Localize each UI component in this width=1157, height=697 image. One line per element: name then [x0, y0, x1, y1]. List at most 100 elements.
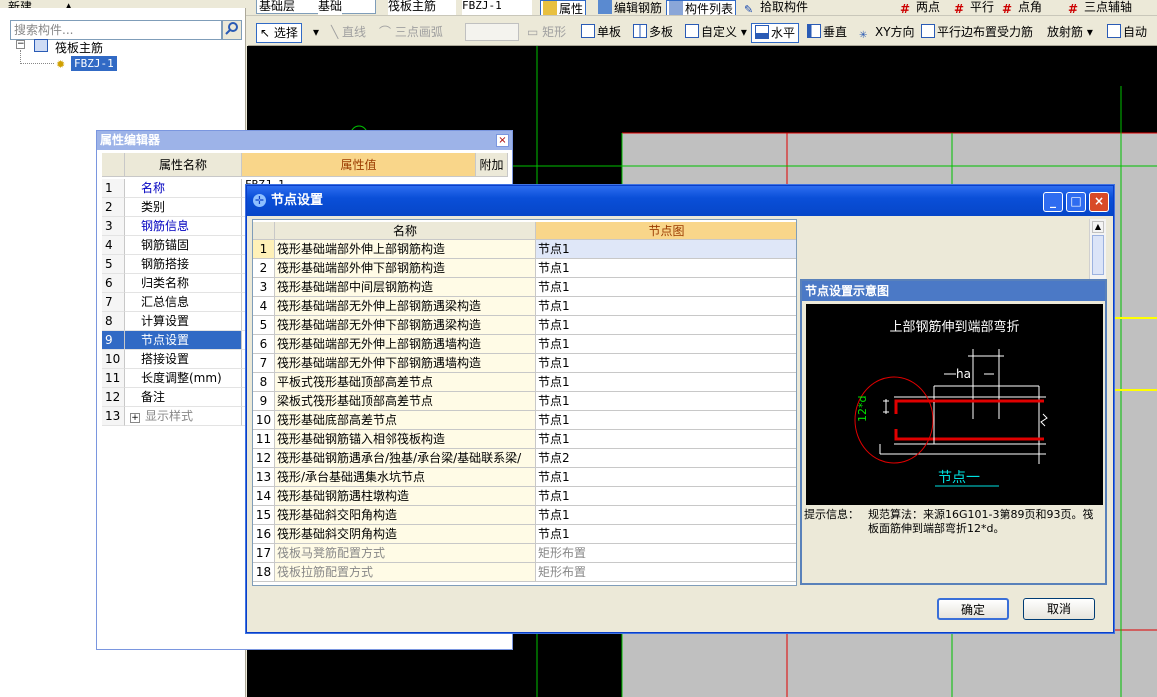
- node-name[interactable]: 筏形基础端部无外伸下部钢筋遇墙构造: [275, 354, 536, 373]
- node-value[interactable]: 矩形布置: [536, 563, 796, 582]
- node-value[interactable]: 节点1: [536, 354, 796, 373]
- node-diagram-header[interactable]: 节点图: [536, 222, 796, 240]
- node-name-header[interactable]: 名称: [275, 222, 536, 240]
- close-icon[interactable]: ×: [1089, 192, 1109, 212]
- scroll-thumb[interactable]: [1092, 235, 1104, 275]
- property-name[interactable]: 名称: [125, 179, 242, 198]
- property-name[interactable]: 备注: [125, 388, 242, 407]
- search-input[interactable]: 搜索构件...: [10, 20, 222, 40]
- node-row[interactable]: 8 平板式筏形基础顶部高差节点 节点1: [253, 373, 796, 392]
- node-row[interactable]: 6 筏形基础端部无外伸上部钢筋遇墙构造 节点1: [253, 335, 796, 354]
- node-row[interactable]: 17 筏板马凳筋配置方式 矩形布置: [253, 544, 796, 563]
- xy-direction-button[interactable]: ✳ XY方向: [856, 23, 918, 43]
- property-name[interactable]: 汇总信息: [125, 293, 242, 312]
- node-row[interactable]: 13 筏形/承台基础遇集水坑节点 节点1: [253, 468, 796, 487]
- category-combo[interactable]: 基础: [318, 0, 343, 15]
- node-row[interactable]: 3 筏形基础端部中间层钢筋构造 节点1: [253, 278, 796, 297]
- select-dropdown[interactable]: ▾: [310, 23, 322, 43]
- node-row[interactable]: 1 筏形基础端部外伸上部钢筋构造 节点1: [253, 240, 796, 259]
- vertical-button[interactable]: 垂直: [804, 23, 850, 43]
- horizontal-button[interactable]: 水平: [751, 23, 800, 43]
- node-value[interactable]: 节点1: [536, 506, 796, 525]
- node-value[interactable]: 节点1: [536, 240, 796, 259]
- point-angle-button[interactable]: # 点角: [1002, 0, 1042, 15]
- node-value[interactable]: 节点1: [536, 335, 796, 354]
- node-value[interactable]: 节点2: [536, 449, 796, 468]
- node-row[interactable]: 16 筏形基础斜交阴角构造 节点1: [253, 525, 796, 544]
- node-value[interactable]: 节点1: [536, 487, 796, 506]
- node-value[interactable]: 节点1: [536, 297, 796, 316]
- property-name[interactable]: 钢筋信息: [125, 217, 242, 236]
- radial-rebar-button[interactable]: 放射筋 ▾: [1044, 23, 1096, 43]
- auto-button[interactable]: 自动: [1104, 23, 1150, 43]
- scroll-up-icon[interactable]: ▲: [1092, 221, 1104, 233]
- parallel-edge-button[interactable]: 平行边布置受力筋: [918, 23, 1036, 43]
- property-name[interactable]: 钢筋锚固: [125, 236, 242, 255]
- property-name[interactable]: 归类名称: [125, 274, 242, 293]
- node-name[interactable]: 筏形基础斜交阴角构造: [275, 525, 536, 544]
- element-combo[interactable]: FBZJ-1: [462, 0, 532, 15]
- multi-board-button[interactable]: 多板: [630, 23, 676, 43]
- node-name[interactable]: 筏形基础端部外伸下部钢筋构造: [275, 259, 536, 278]
- component-list-button[interactable]: 构件列表: [666, 0, 737, 15]
- node-name[interactable]: 筏板拉筋配置方式: [275, 563, 536, 582]
- pick-component-button[interactable]: ✎ 拾取构件: [744, 0, 808, 15]
- property-name-header[interactable]: 属性名称: [125, 153, 242, 177]
- node-row[interactable]: 4 筏形基础端部无外伸上部钢筋遇梁构造 节点1: [253, 297, 796, 316]
- node-row[interactable]: 14 筏形基础钢筋遇柱墩构造 节点1: [253, 487, 796, 506]
- node-name[interactable]: 筏形基础钢筋锚入相邻筏板构造: [275, 430, 536, 449]
- node-row[interactable]: 10 筏形基础底部高差节点 节点1: [253, 411, 796, 430]
- node-name[interactable]: 筏形基础底部高差节点: [275, 411, 536, 430]
- node-value[interactable]: 节点1: [536, 525, 796, 544]
- property-name[interactable]: 搭接设置: [125, 350, 242, 369]
- close-icon[interactable]: ×: [496, 134, 509, 147]
- property-name[interactable]: 计算设置: [125, 312, 242, 331]
- node-name[interactable]: 筏形/承台基础遇集水坑节点: [275, 468, 536, 487]
- node-value[interactable]: 矩形布置: [536, 544, 796, 563]
- node-row[interactable]: 5 筏形基础端部无外伸下部钢筋遇梁构造 节点1: [253, 316, 796, 335]
- extra-header[interactable]: 附加: [476, 153, 508, 177]
- property-name[interactable]: 钢筋搭接: [125, 255, 242, 274]
- cancel-button[interactable]: 取消: [1023, 598, 1095, 620]
- parallel-button[interactable]: # 平行: [954, 0, 994, 15]
- node-name[interactable]: 筏形基础端部无外伸上部钢筋遇梁构造: [275, 297, 536, 316]
- floor-combo[interactable]: 基础层: [256, 0, 376, 14]
- property-name[interactable]: 节点设置: [125, 331, 242, 350]
- node-value[interactable]: 节点1: [536, 392, 796, 411]
- node-name[interactable]: 筏板马凳筋配置方式: [275, 544, 536, 563]
- node-name[interactable]: 平板式筏形基础顶部高差节点: [275, 373, 536, 392]
- custom-button[interactable]: 自定义 ▾: [682, 23, 750, 43]
- tree-root[interactable]: 筏板主筋: [55, 39, 103, 56]
- expand-icon[interactable]: +: [130, 413, 140, 423]
- maximize-icon[interactable]: □: [1066, 192, 1086, 212]
- property-name[interactable]: + 显示样式: [125, 407, 242, 426]
- node-row[interactable]: 11 筏形基础钢筋锚入相邻筏板构造 节点1: [253, 430, 796, 449]
- tree-item-fbzj1[interactable]: FBZJ-1: [71, 56, 117, 71]
- select-button[interactable]: ↖ 选择: [256, 23, 302, 43]
- ok-button[interactable]: 确定: [937, 598, 1009, 620]
- node-name[interactable]: 筏形基础端部中间层钢筋构造: [275, 278, 536, 297]
- node-row[interactable]: 18 筏板拉筋配置方式 矩形布置: [253, 563, 796, 582]
- node-row[interactable]: 7 筏形基础端部无外伸下部钢筋遇墙构造 节点1: [253, 354, 796, 373]
- type-combo[interactable]: 筏板主筋: [388, 0, 456, 15]
- node-row[interactable]: 9 梁板式筏形基础顶部高差节点 节点1: [253, 392, 796, 411]
- node-name[interactable]: 筏形基础钢筋遇柱墩构造: [275, 487, 536, 506]
- node-value[interactable]: 节点1: [536, 259, 796, 278]
- two-point-button[interactable]: # 两点: [900, 0, 940, 15]
- node-name[interactable]: 筏形基础端部无外伸下部钢筋遇梁构造: [275, 316, 536, 335]
- property-value-header[interactable]: 属性值: [242, 153, 476, 177]
- minimize-icon[interactable]: _: [1043, 192, 1063, 212]
- node-value[interactable]: 节点1: [536, 430, 796, 449]
- node-row[interactable]: 2 筏形基础端部外伸下部钢筋构造 节点1: [253, 259, 796, 278]
- property-button[interactable]: 属性: [540, 0, 587, 15]
- three-point-axis-button[interactable]: # 三点辅轴: [1068, 0, 1132, 15]
- node-value[interactable]: 节点1: [536, 278, 796, 297]
- property-name[interactable]: 类别: [125, 198, 242, 217]
- node-row[interactable]: 15 筏形基础斜交阳角构造 节点1: [253, 506, 796, 525]
- node-value[interactable]: 节点1: [536, 373, 796, 392]
- node-name[interactable]: 筏形基础端部外伸上部钢筋构造: [275, 240, 536, 259]
- search-icon[interactable]: [222, 20, 242, 40]
- node-value[interactable]: 节点1: [536, 468, 796, 487]
- edit-rebar-button[interactable]: 编辑钢筋: [598, 0, 662, 15]
- node-name[interactable]: 梁板式筏形基础顶部高差节点: [275, 392, 536, 411]
